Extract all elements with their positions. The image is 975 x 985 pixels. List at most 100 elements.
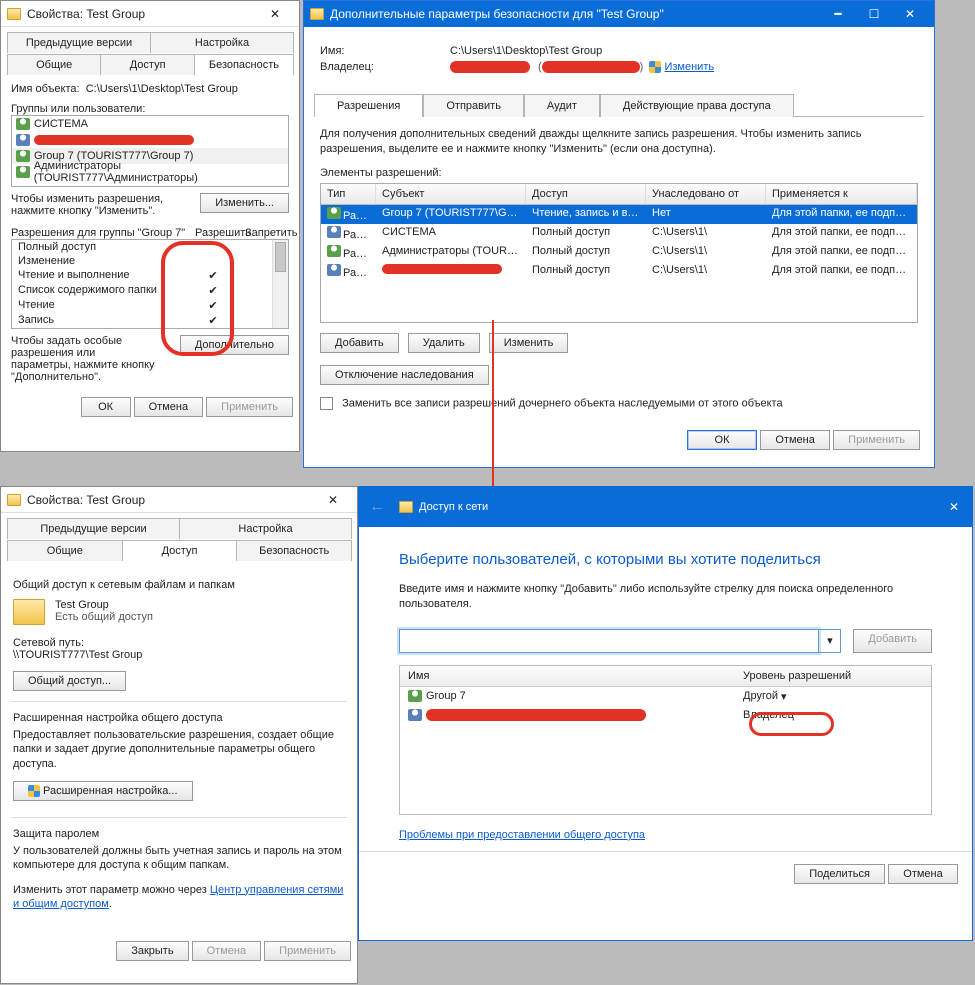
advanced-share-group: Расширенная настройка общего доступа Пре… bbox=[11, 701, 347, 811]
titlebar[interactable]: Свойства: Test Group ✕ bbox=[1, 487, 357, 513]
tab-general[interactable]: Общие bbox=[7, 540, 123, 561]
ok-button[interactable]: ОК bbox=[81, 397, 131, 417]
grid-row[interactable]: Разр...Полный доступC:\Users\1\Для этой … bbox=[321, 262, 917, 281]
cancel-button[interactable]: Отмена bbox=[760, 430, 830, 450]
user-combo[interactable]: ▾ Добавить bbox=[399, 629, 932, 653]
tab-sharing[interactable]: Доступ bbox=[100, 54, 194, 75]
close-icon[interactable]: ✕ bbox=[257, 1, 293, 27]
groups-listbox[interactable]: СИСТЕМА Group 7 (TOURIST777\Group 7) Адм… bbox=[11, 115, 289, 187]
grid-row[interactable]: Разр...СИСТЕМАПолный доступC:\Users\1\Дл… bbox=[321, 224, 917, 243]
edit-button[interactable]: Изменить bbox=[489, 333, 569, 353]
elements-label: Элементы разрешений: bbox=[320, 167, 918, 179]
allow-check bbox=[188, 254, 238, 268]
properties-sharing-dialog: Свойства: Test Group ✕ Предыдущие версии… bbox=[0, 486, 358, 984]
share-row: Владелец bbox=[400, 706, 931, 724]
grid-row[interactable]: Разр...Администраторы (TOURIST77...Полны… bbox=[321, 243, 917, 262]
tab-row-1: Предыдущие версии Настройка bbox=[7, 517, 351, 539]
grid-row[interactable]: Разр...Group 7 (TOURIST777\Group 7)Чтени… bbox=[321, 205, 917, 224]
back-icon[interactable]: ← bbox=[369, 498, 385, 516]
cancel-button[interactable]: Отмена bbox=[192, 941, 261, 961]
folder-icon bbox=[7, 8, 21, 20]
list-item: СИСТЕМА bbox=[12, 116, 288, 132]
perm-row: Чтение✔ bbox=[12, 298, 288, 313]
cancel-button[interactable]: Отмена bbox=[134, 397, 203, 417]
network-path: \\TOURIST777\Test Group bbox=[13, 649, 345, 661]
user-icon bbox=[16, 134, 30, 146]
close-icon[interactable]: ✕ bbox=[315, 487, 351, 513]
edit-button[interactable]: Изменить... bbox=[200, 193, 289, 213]
tab-audit[interactable]: Аудит bbox=[524, 94, 600, 117]
perm-row: Список содержимого папки✔ bbox=[12, 283, 288, 298]
tab-send[interactable]: Отправить bbox=[423, 94, 524, 117]
shield-icon bbox=[649, 61, 661, 73]
close-button[interactable]: Закрыть bbox=[116, 941, 188, 961]
share-grid[interactable]: Имя Уровень разрешений Group 7 Другой ▾ … bbox=[399, 665, 932, 815]
group-icon bbox=[16, 118, 30, 130]
col-name[interactable]: Имя bbox=[408, 670, 743, 682]
disable-inheritance-button[interactable]: Отключение наследования bbox=[320, 365, 489, 385]
tab-security[interactable]: Безопасность bbox=[194, 54, 294, 75]
perm-row: Чтение и выполнение✔ bbox=[12, 268, 288, 283]
maximize-icon[interactable]: ☐ bbox=[856, 1, 892, 27]
share-button[interactable]: Общий доступ... bbox=[13, 671, 126, 691]
group-icon bbox=[16, 166, 30, 178]
object-value: C:\Users\1\Desktop\Test Group bbox=[86, 83, 238, 95]
user-input[interactable] bbox=[399, 629, 819, 653]
apply-button[interactable]: Применить bbox=[264, 941, 351, 961]
list-item: Администраторы (TOURIST777\Администратор… bbox=[12, 164, 288, 180]
perm-row: Полный доступ bbox=[12, 240, 288, 254]
tab-row-2: Общие Доступ Безопасность bbox=[7, 53, 293, 75]
replace-checkbox[interactable] bbox=[320, 397, 333, 410]
advanced-security-dialog: Дополнительные параметры безопасности дл… bbox=[303, 0, 935, 468]
tab-effective[interactable]: Действующие права доступа bbox=[600, 94, 794, 117]
remove-button[interactable]: Удалить bbox=[408, 333, 480, 353]
titlebar[interactable]: ← Доступ к сети ✕ bbox=[359, 487, 972, 527]
tab-permissions[interactable]: Разрешения bbox=[314, 94, 423, 117]
shield-icon bbox=[28, 785, 40, 797]
tab-prev-versions[interactable]: Предыдущие версии bbox=[7, 518, 180, 539]
permissions-table: Полный доступИзменениеЧтение и выполнени… bbox=[11, 239, 289, 329]
tab-prev-versions[interactable]: Предыдущие версии bbox=[7, 32, 151, 53]
tab-security[interactable]: Безопасность bbox=[236, 540, 352, 561]
add-button[interactable]: Добавить bbox=[853, 629, 932, 653]
list-item bbox=[12, 132, 288, 148]
perm-row: Запись✔ bbox=[12, 313, 288, 328]
breadcrumb: Доступ к сети bbox=[419, 501, 488, 513]
replace-label: Заменить все записи разрешений дочернего… bbox=[342, 397, 783, 409]
allow-check: ✔ bbox=[188, 268, 238, 283]
add-button -button[interactable]: Добавить bbox=[320, 333, 399, 353]
share-row: Group 7 Другой ▾ bbox=[400, 687, 931, 706]
allow-check: ✔ bbox=[188, 298, 238, 313]
tab-settings[interactable]: Настройка bbox=[150, 32, 294, 53]
adv-tabs: Разрешения Отправить Аудит Действующие п… bbox=[314, 93, 924, 117]
group-icon bbox=[16, 150, 30, 162]
change-owner-link[interactable]: Изменить bbox=[664, 61, 714, 73]
properties-security-dialog: Свойства: Test Group ✕ Предыдущие версии… bbox=[0, 0, 300, 452]
tab-general[interactable]: Общие bbox=[7, 54, 101, 75]
minimize-icon[interactable]: ━ bbox=[820, 1, 856, 27]
trouble-link[interactable]: Проблемы при предоставлении общего досту… bbox=[399, 829, 645, 841]
dropdown-icon[interactable]: ▾ bbox=[819, 629, 841, 653]
tab-settings[interactable]: Настройка bbox=[179, 518, 352, 539]
ok-button[interactable]: ОК bbox=[687, 430, 757, 450]
network-folder-icon bbox=[399, 501, 413, 513]
close-icon[interactable]: ✕ bbox=[936, 487, 972, 527]
window-title: Свойства: Test Group bbox=[27, 7, 257, 21]
owner-label: Владелец: bbox=[320, 61, 450, 73]
apply-button[interactable]: Применить bbox=[833, 430, 920, 450]
close-icon[interactable]: ✕ bbox=[892, 1, 928, 27]
chevron-down-icon[interactable]: ▾ bbox=[781, 690, 787, 703]
group-icon bbox=[408, 690, 422, 702]
advanced-share-button[interactable]: Расширенная настройка... bbox=[13, 781, 193, 801]
permissions-grid[interactable]: Тип Субъект Доступ Унаследовано от Приме… bbox=[320, 183, 918, 323]
cancel-button[interactable]: Отмена bbox=[888, 864, 958, 884]
share-button[interactable]: Поделиться bbox=[794, 864, 885, 884]
scrollbar[interactable] bbox=[272, 240, 288, 328]
titlebar[interactable]: Свойства: Test Group ✕ bbox=[1, 1, 299, 27]
col-perm[interactable]: Уровень разрешений bbox=[743, 670, 923, 682]
titlebar[interactable]: Дополнительные параметры безопасности дл… bbox=[304, 1, 934, 27]
tab-sharing[interactable]: Доступ bbox=[122, 540, 238, 561]
perm-row: Изменение bbox=[12, 254, 288, 268]
advanced-button[interactable]: Дополнительно bbox=[180, 335, 289, 355]
apply-button[interactable]: Применить bbox=[206, 397, 293, 417]
